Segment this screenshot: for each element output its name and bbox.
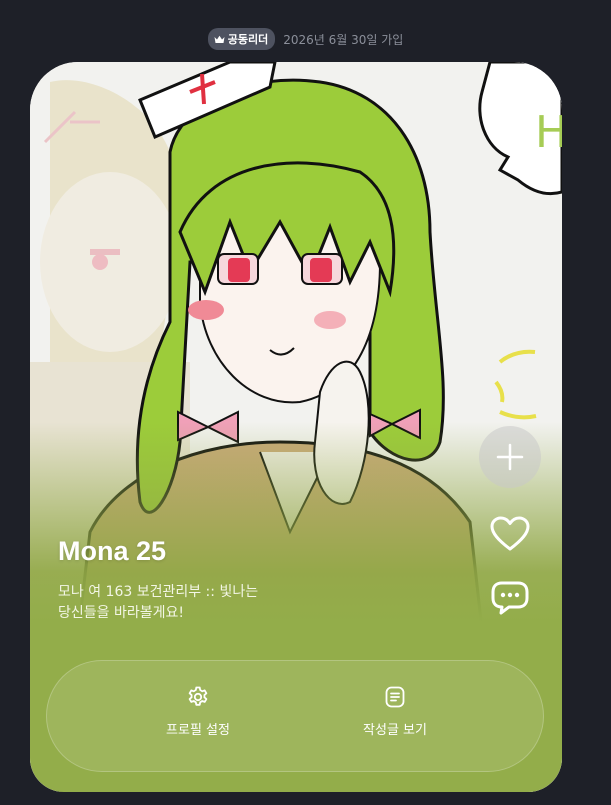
profile-name: Mona 25 [58,536,167,566]
role-badge-label: 공동리더 [227,33,269,46]
role-badge: 공동리더 [207,28,276,50]
view-posts-button[interactable]: 작성글 보기 [320,685,470,738]
profile-settings-button[interactable]: 프로필 설정 [123,685,273,738]
chat-bubble-icon [491,581,529,615]
profile-action-bar: 프로필 설정 작성글 보기 [46,660,544,772]
add-button[interactable] [479,426,541,488]
view-posts-label: 작성글 보기 [363,723,427,738]
profile-bio-line: 모나 여 163 보건관리부 :: 빛나는 [58,584,259,600]
plus-icon [496,443,524,471]
heart-icon [490,516,530,551]
join-date: 2026년 6월 30일 가입 [283,32,404,47]
profile-bio-line: 당신들을 바라볼게요! [58,605,184,621]
profile-settings-label: 프로필 설정 [166,723,230,738]
like-button[interactable] [488,512,532,556]
profile-bio: 모나 여 163 보건관리부 :: 빛나는 당신들을 바라볼게요! [58,582,318,624]
comment-button[interactable] [488,576,532,620]
document-icon [385,686,405,708]
profile-card: H [30,62,562,792]
crown-icon [214,35,225,43]
profile-meta-row: 공동리더 2026년 6월 30일 가입 [0,28,611,50]
gear-icon [188,686,208,706]
